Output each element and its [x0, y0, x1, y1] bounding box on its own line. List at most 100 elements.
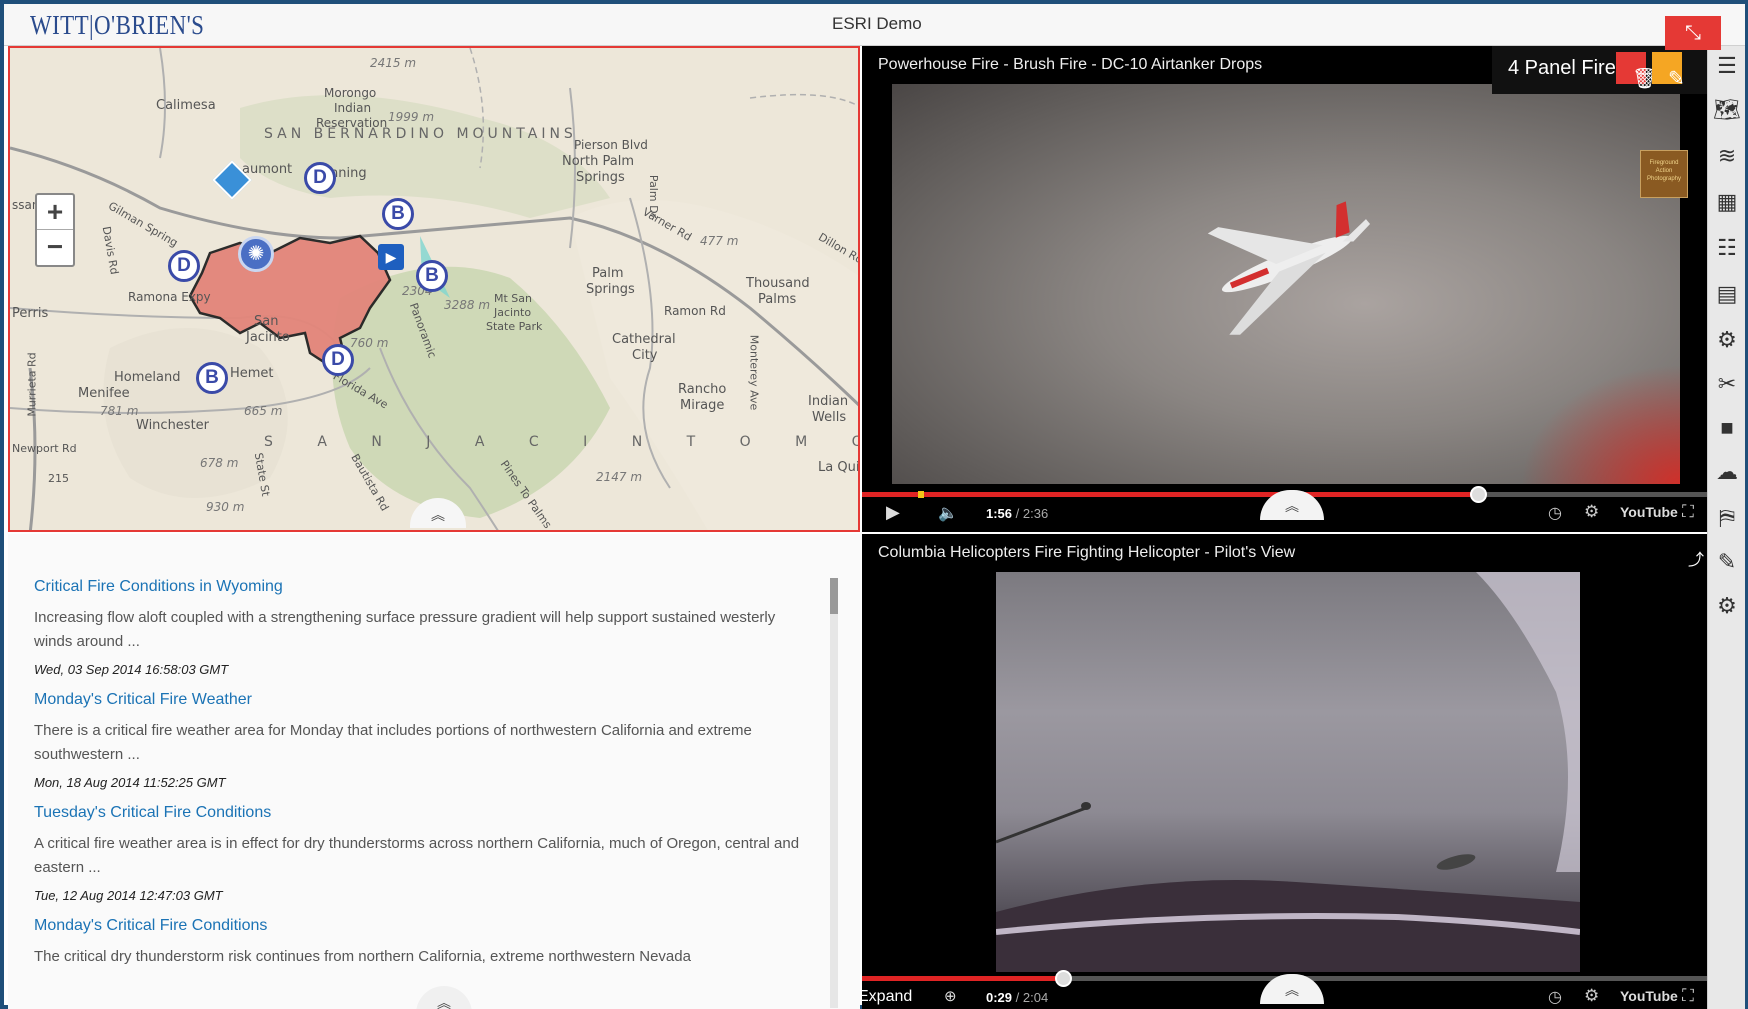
map-marker-d[interactable]: D — [168, 250, 200, 282]
settings-icon[interactable]: ⚙ — [1584, 502, 1599, 522]
zoom-out-button[interactable]: − — [37, 230, 73, 265]
channel-watermark: Fireground Action Photography — [1640, 150, 1688, 198]
map-marker-b[interactable]: B — [382, 198, 414, 230]
news-item-title[interactable]: Tuesday's Critical Fire Conditions — [34, 804, 814, 822]
progress-fill — [862, 492, 1478, 497]
chevron-up-icon: ︽ — [437, 995, 451, 1009]
menu-icon[interactable]: ☰ — [1711, 50, 1743, 82]
map-label: Springs — [586, 282, 635, 297]
map-label: Ramon Rd — [664, 304, 726, 318]
news-item-summary: There is a critical fire weather area fo… — [34, 722, 752, 763]
video-camera-icon[interactable]: ■ — [1711, 412, 1743, 444]
map-label: State Park — [486, 320, 543, 333]
map-label: Palm Dr — [647, 174, 661, 219]
map-label: 665 m — [244, 404, 283, 418]
video-frame[interactable] — [996, 572, 1580, 972]
news-item-title[interactable]: Monday's Critical Fire Conditions — [34, 917, 814, 935]
calculator-icon[interactable]: ▦ — [1711, 186, 1743, 218]
video-frame[interactable]: Fireground Action Photography — [892, 84, 1688, 484]
news-item-date: Wed, 03 Sep 2014 16:58:03 GMT — [34, 662, 229, 677]
pencil-icon: ✎ — [1668, 68, 1685, 90]
map-label: 2147 m — [596, 470, 643, 484]
news-item: Critical Fire Conditions in Wyoming Incr… — [34, 578, 814, 677]
news-item-title[interactable]: Critical Fire Conditions in Wyoming — [34, 578, 814, 596]
news-item-date: Tue, 12 Aug 2014 12:47:03 GMT — [34, 888, 223, 903]
news-list: Critical Fire Conditions in Wyoming Incr… — [34, 578, 814, 983]
map-marker-b[interactable]: B — [416, 260, 448, 292]
map-label: Perris — [12, 306, 49, 321]
expand-button[interactable]: Expand — [862, 988, 912, 1006]
news-expand-toggle[interactable]: ︽ — [416, 986, 472, 1009]
map-label: 1999 m — [388, 110, 435, 124]
video-camera-icon[interactable]: ▶ — [378, 244, 404, 270]
map-label: 3288 m — [444, 298, 491, 312]
weather-icon[interactable]: ☁ — [1711, 456, 1743, 488]
collapse-button[interactable]: ⤡ — [1665, 16, 1721, 50]
zoom-control: + − — [35, 193, 75, 267]
news-item: Monday's Critical Fire Conditions The cr… — [34, 917, 814, 969]
settings-icon[interactable]: ⚙ — [1711, 324, 1743, 356]
map-label: Cathedral — [612, 332, 676, 347]
company-logo: WITT|O'BRIEN'S — [30, 10, 205, 40]
fullscreen-icon[interactable]: ⛶ — [1682, 986, 1694, 1006]
news-item: Monday's Critical Fire Weather There is … — [34, 691, 814, 790]
map-label: City — [632, 348, 658, 363]
header-bar: WITT|O'BRIEN'S ESRI Demo — [4, 4, 1745, 46]
video-controls: Expand ⊕ 0:29 / 2:04 ︽ ◷ ⚙ YouTube ⛶ — [862, 974, 1707, 1009]
video-controls: ▶ 🔈 1:56 / 2:36 ︽ ◷ ⚙ YouTube ⛶ — [862, 490, 1707, 530]
list-icon[interactable]: ☷ — [1711, 232, 1743, 264]
map-label: La Qui — [818, 460, 860, 475]
map-marker-d[interactable]: D — [322, 344, 354, 376]
chevron-up-icon: ︽ — [1285, 982, 1299, 998]
world-map-icon[interactable]: 🗺 — [1711, 94, 1743, 126]
app-title: ESRI Demo — [832, 14, 922, 33]
panel-badge: 4 Panel Fire 🗑 ✎ — [1492, 46, 1707, 94]
map-marker-d[interactable]: D — [304, 162, 336, 194]
tools-icon[interactable]: ✂ — [1711, 368, 1743, 400]
video-time: 1:56 / 2:36 — [986, 506, 1049, 521]
edit-icon[interactable]: ✎ — [1711, 546, 1743, 578]
watch-later-icon[interactable]: ◷ — [1548, 987, 1562, 1007]
video-title[interactable]: Powerhouse Fire - Brush Fire - DC-10 Air… — [878, 56, 1262, 74]
layers-icon[interactable]: ≋ — [1711, 140, 1743, 172]
settings-icon[interactable]: ⚙ — [1584, 986, 1599, 1006]
gears-icon[interactable]: ⚙ — [1711, 590, 1743, 622]
delete-panel-button[interactable]: 🗑 — [1616, 52, 1657, 90]
video-player-airtanker[interactable]: Fireground Action Photography Powerhouse… — [862, 46, 1707, 532]
map-label: Indian — [334, 101, 372, 115]
zoom-in-button[interactable]: + — [37, 195, 73, 230]
map-label: 2415 m — [370, 56, 417, 70]
map-label: Wells — [812, 410, 847, 425]
news-scrollbar[interactable] — [830, 578, 838, 1008]
volume-icon[interactable]: 🔈 — [938, 503, 958, 523]
map-label: Springs — [576, 170, 625, 185]
map-fold-icon[interactable]: ⛿ — [1711, 502, 1743, 534]
scrollbar-thumb[interactable] — [830, 578, 838, 614]
map-label: Thousand — [746, 276, 810, 291]
youtube-logo[interactable]: YouTube — [1620, 988, 1678, 1004]
watch-later-icon[interactable]: ◷ — [1548, 503, 1562, 523]
chevron-up-icon: ︽ — [1285, 498, 1299, 514]
fire-incident-icon[interactable]: ✺ — [238, 236, 274, 272]
fullscreen-icon[interactable]: ⛶ — [1682, 502, 1694, 522]
map-label: Menifee — [78, 386, 130, 401]
news-item-title[interactable]: Monday's Critical Fire Weather — [34, 691, 814, 709]
news-item-date: Mon, 18 Aug 2014 11:52:25 GMT — [34, 775, 226, 790]
map-label: 781 m — [100, 404, 139, 418]
calendar-icon[interactable]: ▤ — [1711, 278, 1743, 310]
youtube-logo[interactable]: YouTube — [1620, 504, 1678, 520]
map-marker-b[interactable]: B — [196, 362, 228, 394]
map-label: 930 m — [206, 500, 245, 514]
map-panel[interactable]: Calimesa Morongo Indian Reservation 2415… — [8, 46, 860, 532]
map-label: Newport Rd — [12, 442, 77, 455]
edit-panel-button[interactable]: ✎ — [1652, 52, 1685, 90]
upload-icon[interactable]: ⊕ — [944, 987, 957, 1005]
video-player-helicopter[interactable]: Columbia Helicopters Fire Fighting Helic… — [862, 534, 1707, 1009]
play-icon[interactable]: ▶ — [886, 502, 900, 523]
video-title[interactable]: Columbia Helicopters Fire Fighting Helic… — [878, 544, 1295, 562]
map-label: Hemet — [230, 366, 274, 381]
share-icon[interactable]: ⤴ — [1688, 546, 1704, 570]
map-label: aumont — [242, 162, 293, 177]
news-item-summary: Increasing flow aloft coupled with a str… — [34, 609, 776, 650]
map-label: 760 m — [350, 336, 389, 350]
